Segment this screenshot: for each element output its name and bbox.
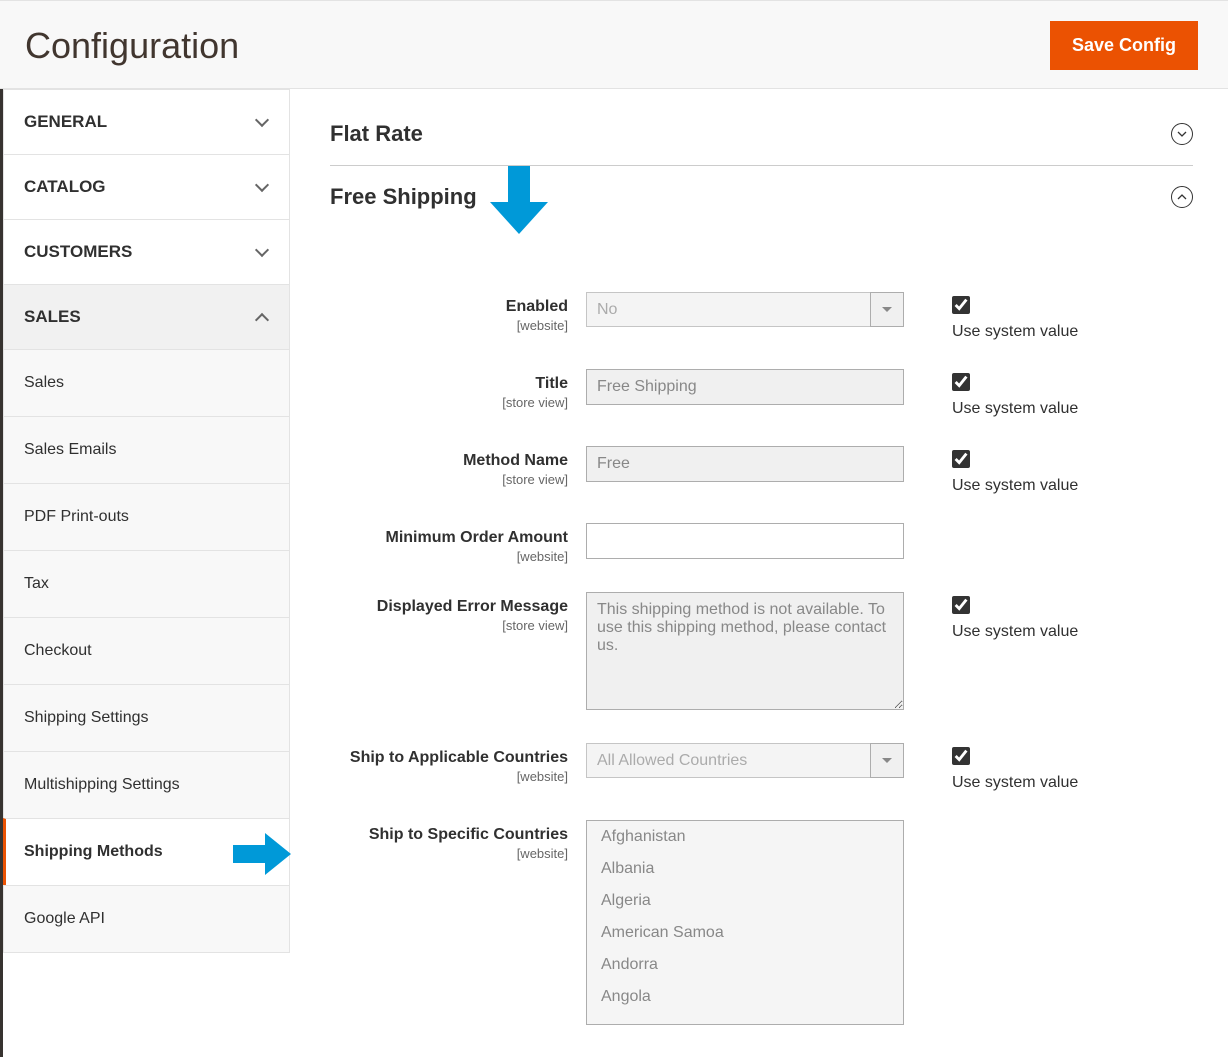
chevron-down-icon [255, 245, 269, 259]
field-scope: [website] [330, 549, 568, 564]
sidebar-item-tax[interactable]: Tax [4, 550, 289, 617]
main-content: Flat Rate Free Shipping Enabled [website… [290, 89, 1228, 1057]
sidebar-item-pdf-printouts[interactable]: PDF Print-outs [4, 483, 289, 550]
sidebar-group-general[interactable]: GENERAL [4, 90, 289, 154]
field-applicable-countries: Ship to Applicable Countries [website] A… [330, 743, 1193, 792]
section-free-shipping[interactable]: Free Shipping [330, 172, 1193, 228]
sidebar-group-label: CUSTOMERS [24, 242, 132, 262]
sidebar-item-google-api[interactable]: Google API [4, 885, 289, 952]
minimum-order-input[interactable] [586, 523, 904, 559]
field-label: Method Name [463, 452, 568, 469]
section-title: Flat Rate [330, 121, 423, 147]
use-system-checkbox-error-msg[interactable] [952, 596, 970, 614]
country-option[interactable]: Albania [587, 853, 903, 885]
page-header: Configuration Save Config [0, 0, 1228, 89]
field-label: Ship to Applicable Countries [350, 749, 568, 766]
sidebar-item-multishipping-settings[interactable]: Multishipping Settings [4, 751, 289, 818]
field-title: Title [store view] Use system value [330, 369, 1193, 418]
country-option[interactable]: Afghanistan [587, 821, 903, 853]
sidebar-group-customers[interactable]: CUSTOMERS [4, 220, 289, 284]
section-title: Free Shipping [330, 184, 477, 210]
page-title: Configuration [25, 25, 239, 67]
section-flat-rate[interactable]: Flat Rate [330, 109, 1193, 166]
field-scope: [store view] [330, 472, 568, 487]
specific-countries-multiselect[interactable]: Afghanistan Albania Algeria American Sam… [586, 820, 904, 1025]
sidebar-item-shipping-methods[interactable]: Shipping Methods [3, 818, 289, 885]
chevron-up-icon [255, 310, 269, 324]
field-label: Title [535, 375, 568, 392]
method-name-input[interactable] [586, 446, 904, 482]
sidebar-item-shipping-settings[interactable]: Shipping Settings [4, 684, 289, 751]
field-label: Minimum Order Amount [385, 529, 568, 546]
use-system-checkbox-title[interactable] [952, 373, 970, 391]
annotation-arrow-right-icon [233, 833, 291, 875]
annotation-arrow-down-icon [490, 166, 548, 234]
config-sidebar: GENERAL CATALOG CUSTOMERS SALES Sales [3, 89, 290, 1057]
sidebar-group-label: SALES [24, 307, 81, 327]
use-system-label: Use system value [952, 323, 1078, 341]
field-scope: [store view] [330, 395, 568, 410]
sidebar-item-sales-emails[interactable]: Sales Emails [4, 416, 289, 483]
field-scope: [store view] [330, 618, 568, 633]
field-label: Enabled [506, 298, 568, 315]
collapse-section-icon[interactable] [1171, 186, 1193, 208]
save-config-button[interactable]: Save Config [1050, 21, 1198, 70]
sidebar-group-sales[interactable]: SALES [4, 285, 289, 349]
use-system-label: Use system value [952, 623, 1078, 641]
sidebar-group-label: GENERAL [24, 112, 107, 132]
sidebar-group-catalog[interactable]: CATALOG [4, 155, 289, 219]
sidebar-group-label: CATALOG [24, 177, 106, 197]
country-option[interactable]: Algeria [587, 885, 903, 917]
use-system-checkbox-method-name[interactable] [952, 450, 970, 468]
sidebar-item-checkout[interactable]: Checkout [4, 617, 289, 684]
expand-section-icon[interactable] [1171, 123, 1193, 145]
field-label: Ship to Specific Countries [369, 826, 568, 843]
chevron-down-icon [255, 180, 269, 194]
field-label: Displayed Error Message [377, 598, 568, 615]
title-input[interactable] [586, 369, 904, 405]
use-system-checkbox-enabled[interactable] [952, 296, 970, 314]
field-scope: [website] [330, 318, 568, 333]
chevron-down-icon [255, 115, 269, 129]
use-system-checkbox-applicable[interactable] [952, 747, 970, 765]
field-method-name: Method Name [store view] Use system valu… [330, 446, 1193, 495]
field-minimum-order: Minimum Order Amount [website] [330, 523, 1193, 564]
field-enabled: Enabled [website] No Use system value [330, 292, 1193, 341]
enabled-select[interactable]: No [586, 292, 870, 327]
dropdown-arrow-icon [870, 292, 904, 327]
use-system-label: Use system value [952, 477, 1078, 495]
error-message-textarea[interactable]: This shipping method is not available. T… [586, 592, 904, 710]
use-system-label: Use system value [952, 400, 1078, 418]
use-system-label: Use system value [952, 774, 1078, 792]
field-scope: [website] [330, 769, 568, 784]
country-option[interactable]: American Samoa [587, 917, 903, 949]
country-option[interactable]: Angola [587, 981, 903, 1013]
field-specific-countries: Ship to Specific Countries [website] Afg… [330, 820, 1193, 1025]
applicable-countries-select[interactable]: All Allowed Countries [586, 743, 870, 778]
sidebar-item-sales[interactable]: Sales [4, 349, 289, 416]
field-scope: [website] [330, 846, 568, 861]
country-option[interactable]: Andorra [587, 949, 903, 981]
field-error-message: Displayed Error Message [store view] Thi… [330, 592, 1193, 715]
dropdown-arrow-icon [870, 743, 904, 778]
